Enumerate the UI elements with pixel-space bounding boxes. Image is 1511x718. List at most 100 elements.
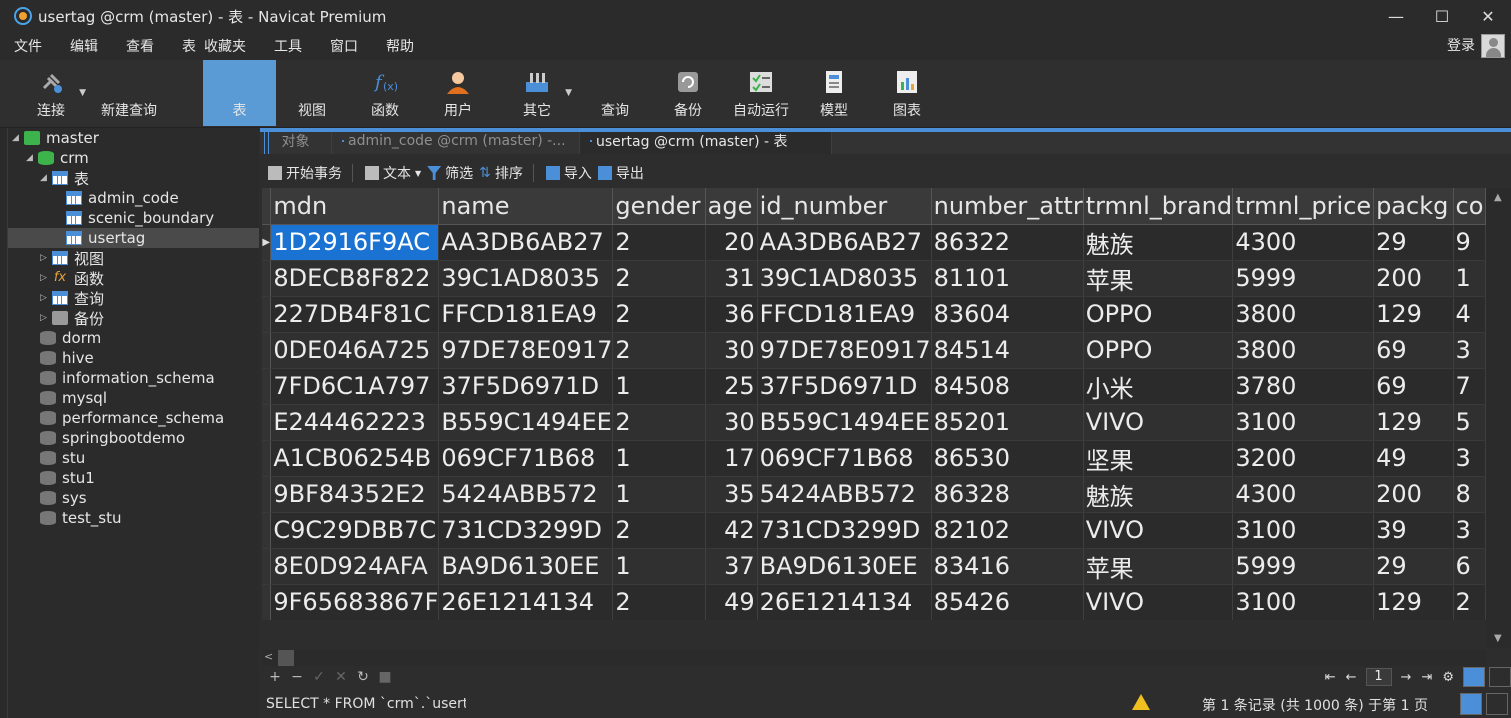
table-cell[interactable]: AA3DB6AB27: [438, 224, 614, 261]
table-cell[interactable]: 39C1AD8035: [438, 260, 614, 297]
row-selector[interactable]: [262, 440, 272, 477]
expand-arrow-icon[interactable]: ◢: [26, 153, 38, 163]
table-cell[interactable]: 39C1AD8035: [757, 260, 932, 297]
table-cell[interactable]: VIVO: [1083, 404, 1234, 441]
table-cell[interactable]: 42: [705, 512, 758, 549]
table-cell[interactable]: 9BF84352E2: [270, 476, 440, 513]
model-tool-button[interactable]: 模型: [812, 62, 856, 126]
tree-db-item[interactable]: springbootdemo: [40, 428, 185, 448]
table-cell[interactable]: 731CD3299D: [438, 512, 614, 549]
table-cell[interactable]: 82102: [931, 512, 1084, 549]
table-cell[interactable]: 2: [612, 224, 706, 261]
table-cell[interactable]: 69: [1373, 332, 1454, 369]
tree-db-item[interactable]: stu: [40, 448, 85, 468]
sort-button[interactable]: ⇅ 排序: [479, 163, 523, 183]
table-cell[interactable]: 85426: [931, 584, 1084, 620]
table-cell[interactable]: 魅族: [1083, 224, 1234, 261]
expand-arrow-icon[interactable]: ◢: [12, 133, 24, 143]
table-cell[interactable]: OPPO: [1083, 296, 1234, 333]
tree-db-item[interactable]: mysql: [40, 388, 107, 408]
grid-view-icon[interactable]: [1463, 667, 1485, 687]
table-cell[interactable]: 4: [1453, 296, 1486, 333]
table-cell[interactable]: 200: [1373, 260, 1454, 297]
filter-button[interactable]: 筛选: [427, 163, 473, 183]
table-cell[interactable]: 坚果: [1083, 440, 1234, 477]
table-cell[interactable]: 129: [1373, 584, 1454, 620]
table-cell[interactable]: 苹果: [1083, 260, 1234, 297]
table-cell[interactable]: 5999: [1232, 260, 1375, 297]
table-row[interactable]: C9C29DBB7C 731CD3299D 2 42 731CD3299D 82102 VI…: [262, 512, 1486, 549]
table-cell[interactable]: 0DE046A725: [270, 332, 440, 369]
panel-toggle-icon[interactable]: [1486, 693, 1508, 715]
tree-backups-folder[interactable]: ▷ 备份: [40, 308, 104, 328]
table-cell[interactable]: 2: [612, 332, 706, 369]
table-cell[interactable]: B559C1494EE: [438, 404, 614, 441]
table-cell[interactable]: 069CF71B68: [438, 440, 614, 477]
row-selector[interactable]: [262, 584, 272, 620]
table-cell[interactable]: 5: [1453, 404, 1486, 441]
table-cell[interactable]: 1: [1453, 260, 1486, 297]
table-cell[interactable]: 3800: [1232, 332, 1375, 369]
table-cell[interactable]: 2: [612, 296, 706, 333]
table-cell[interactable]: 731CD3299D: [757, 512, 932, 549]
expand-arrow-icon[interactable]: ▷: [40, 313, 52, 323]
horizontal-scrollbar[interactable]: <: [262, 650, 1486, 666]
table-cell[interactable]: 1: [612, 368, 706, 405]
table-cell[interactable]: 7FD6C1A797: [270, 368, 440, 405]
delete-record-icon[interactable]: −: [290, 669, 304, 685]
table-cell[interactable]: 129: [1373, 296, 1454, 333]
table-cell[interactable]: 5424ABB572: [438, 476, 614, 513]
table-cell[interactable]: 8DECB8F822: [270, 260, 440, 297]
auto-run-tool-button[interactable]: 自动运行: [730, 62, 792, 126]
table-cell[interactable]: 1D2916F9AC: [270, 224, 440, 261]
stop-icon[interactable]: ■: [378, 669, 392, 685]
table-cell[interactable]: 26E1214134: [438, 584, 614, 620]
table-cell[interactable]: BA9D6130EE: [757, 548, 932, 585]
table-cell[interactable]: 69: [1373, 368, 1454, 405]
menu-help[interactable]: 帮助: [372, 36, 428, 56]
table-cell[interactable]: 3: [1453, 512, 1486, 549]
table-cell[interactable]: 4300: [1232, 224, 1375, 261]
table-cell[interactable]: 29: [1373, 224, 1454, 261]
table-cell[interactable]: 30: [705, 332, 758, 369]
table-cell[interactable]: OPPO: [1083, 332, 1234, 369]
row-selector[interactable]: [262, 332, 272, 369]
table-cell[interactable]: 129: [1373, 404, 1454, 441]
column-header[interactable]: age: [705, 188, 758, 225]
table-cell[interactable]: 3: [1453, 332, 1486, 369]
table-cell[interactable]: 3100: [1232, 584, 1375, 620]
tree-views-folder[interactable]: ▷ 视图: [40, 248, 104, 268]
table-cell[interactable]: VIVO: [1083, 584, 1234, 620]
column-header[interactable]: trmnl_brand: [1083, 188, 1234, 225]
begin-transaction-button[interactable]: 开始事务: [268, 163, 342, 183]
tree-queries-folder[interactable]: ▷ 查询: [40, 288, 104, 308]
table-cell[interactable]: 83416: [931, 548, 1084, 585]
menu-favorites[interactable]: 收藏夹: [200, 36, 260, 56]
table-cell[interactable]: 8: [1453, 476, 1486, 513]
connect-button[interactable]: 连接 ▼: [28, 62, 86, 126]
table-cell[interactable]: 97DE78E0917: [438, 332, 614, 369]
table-cell[interactable]: 26E1214134: [757, 584, 932, 620]
table-cell[interactable]: 97DE78E0917: [757, 332, 932, 369]
tree-db-item[interactable]: hive: [40, 348, 94, 368]
table-cell[interactable]: FFCD181EA9: [757, 296, 932, 333]
table-row[interactable]: 8DECB8F822 39C1AD8035 2 31 39C1AD8035 81101 苹果…: [262, 260, 1486, 297]
table-cell[interactable]: 17: [705, 440, 758, 477]
table-cell[interactable]: 200: [1373, 476, 1454, 513]
table-cell[interactable]: 29: [1373, 548, 1454, 585]
tree-db-crm[interactable]: ◢ crm: [26, 148, 89, 168]
table-cell[interactable]: 25: [705, 368, 758, 405]
gear-icon[interactable]: ⚙: [1442, 670, 1454, 685]
table-cell[interactable]: 小米: [1083, 368, 1234, 405]
table-cell[interactable]: 35: [705, 476, 758, 513]
page-number-field[interactable]: 1: [1365, 668, 1392, 686]
table-cell[interactable]: 49: [705, 584, 758, 620]
table-row[interactable]: 8E0D924AFA BA9D6130EE 1 37 BA9D6130EE 83416 苹果…: [262, 548, 1486, 585]
tree-functions-folder[interactable]: ▷ fx 函数: [40, 268, 104, 288]
table-row[interactable]: A1CB06254B 069CF71B68 1 17 069CF71B68 86530 坚果…: [262, 440, 1486, 477]
table-cell[interactable]: 83604: [931, 296, 1084, 333]
table-cell[interactable]: 7: [1453, 368, 1486, 405]
row-selector[interactable]: [262, 548, 272, 585]
backup-tool-button[interactable]: 备份: [666, 62, 710, 126]
table-cell[interactable]: 1: [612, 476, 706, 513]
